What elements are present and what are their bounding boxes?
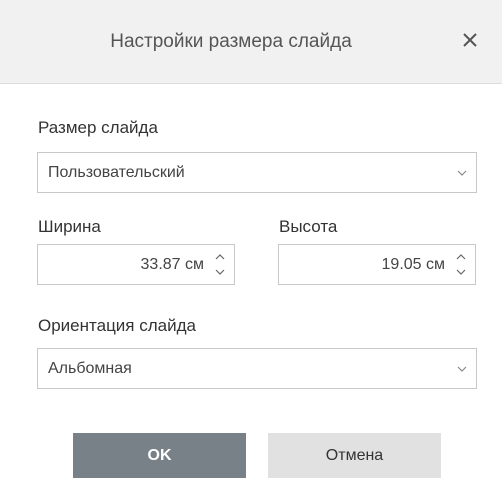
- orientation-select[interactable]: Альбомная: [37, 348, 477, 389]
- ok-button[interactable]: OK: [73, 433, 246, 478]
- width-decrement-button[interactable]: [212, 265, 228, 279]
- chevron-up-icon: [215, 254, 225, 260]
- height-value: 19.05 см: [381, 256, 445, 273]
- width-label: Ширина: [38, 217, 101, 236]
- slide-size-label: Размер слайда: [38, 118, 158, 137]
- dialog-title: Настройки размера слайда: [110, 31, 352, 52]
- slide-size-dialog: Настройки размера слайда Размер слайда П…: [0, 0, 502, 501]
- height-decrement-button[interactable]: [453, 265, 469, 279]
- dialog-header: Настройки размера слайда: [0, 0, 502, 84]
- chevron-down-icon: [457, 366, 467, 372]
- chevron-down-icon: [215, 269, 225, 275]
- slide-size-select[interactable]: Пользовательский: [37, 152, 477, 193]
- width-increment-button[interactable]: [212, 250, 228, 264]
- width-value: 33.87 см: [140, 256, 204, 273]
- close-icon: [463, 33, 477, 47]
- chevron-down-icon: [457, 170, 467, 176]
- height-increment-button[interactable]: [453, 250, 469, 264]
- chevron-down-icon: [456, 269, 466, 275]
- close-button[interactable]: [452, 22, 488, 58]
- height-stepper[interactable]: 19.05 см: [278, 244, 476, 285]
- orientation-value: Альбомная: [48, 360, 132, 377]
- cancel-button[interactable]: Отмена: [268, 433, 441, 478]
- height-label: Высота: [279, 217, 338, 236]
- slide-size-value: Пользовательский: [48, 164, 185, 181]
- orientation-label: Ориентация слайда: [38, 316, 196, 335]
- chevron-up-icon: [456, 254, 466, 260]
- width-stepper[interactable]: 33.87 см: [37, 244, 235, 285]
